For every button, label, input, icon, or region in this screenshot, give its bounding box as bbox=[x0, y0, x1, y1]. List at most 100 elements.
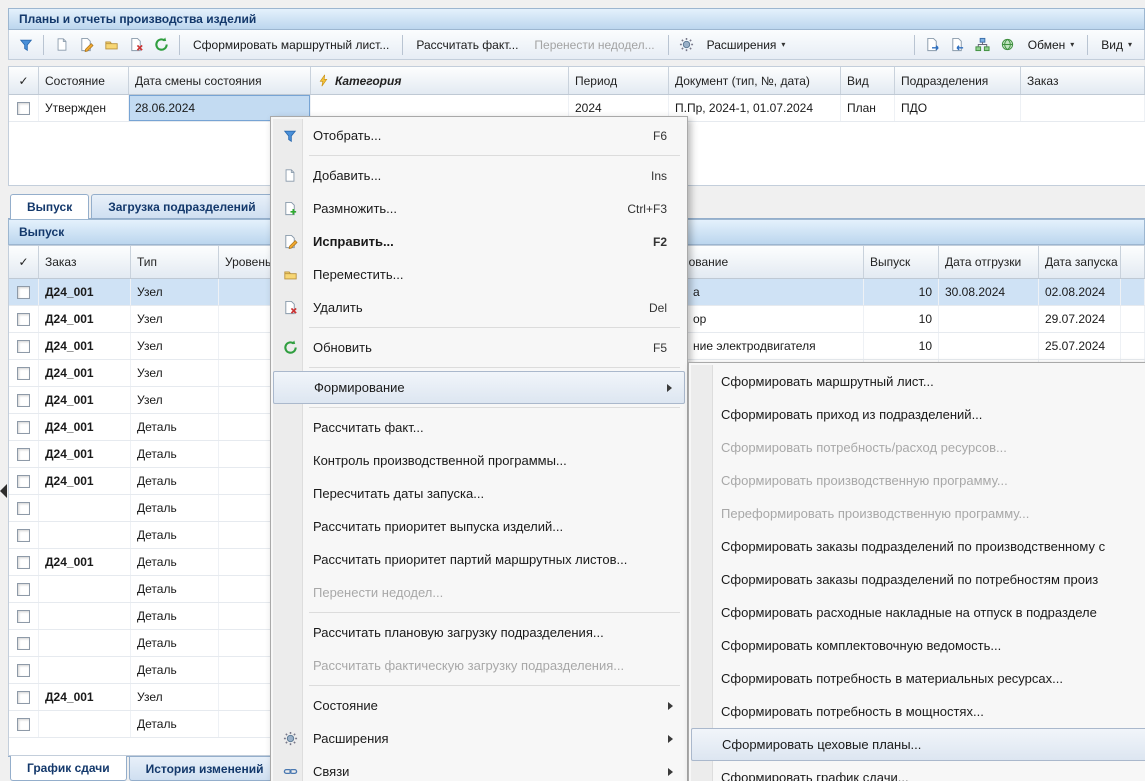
menu-item-formirovanie[interactable]: Формирование bbox=[273, 371, 685, 404]
submenu-item-potrebnost-materialnye-resursy[interactable]: Сформировать потребность в материальных … bbox=[691, 662, 1145, 695]
row-select-cell[interactable] bbox=[9, 657, 39, 683]
row-select-cell[interactable] bbox=[9, 630, 39, 656]
column-header-departments[interactable]: Подразделения bbox=[895, 67, 1021, 94]
column-header-kind[interactable]: Вид bbox=[841, 67, 895, 94]
exchange-button[interactable]: Обмен ▾ bbox=[1021, 34, 1082, 56]
menu-item-rasshireniya[interactable]: Расширения bbox=[273, 722, 685, 755]
row-checkbox[interactable] bbox=[17, 448, 30, 461]
row-select-cell[interactable] bbox=[9, 279, 39, 305]
menu-item-otobrat[interactable]: Отобрать... F6 bbox=[273, 119, 685, 152]
submenu-item-tsehovye-plany[interactable]: Сформировать цеховые планы... bbox=[691, 728, 1145, 761]
submenu-item-rashodnye-nakladnye[interactable]: Сформировать расходные накладные на отпу… bbox=[691, 596, 1145, 629]
extensions-button[interactable]: Расширения ▾ bbox=[700, 34, 793, 56]
menu-item-prioritet-partiy[interactable]: Рассчитать приоритет партий маршрутных л… bbox=[273, 543, 685, 576]
submenu-item-marshrutny-list[interactable]: Сформировать маршрутный лист... bbox=[691, 365, 1145, 398]
menu-item-peremestit[interactable]: Переместить... bbox=[273, 258, 685, 291]
import-document-icon[interactable] bbox=[946, 34, 969, 56]
row-checkbox[interactable] bbox=[17, 421, 30, 434]
add-document-icon[interactable] bbox=[50, 34, 73, 56]
row-checkbox[interactable] bbox=[17, 718, 30, 731]
tab-grafik-sdachi[interactable]: График сдачи bbox=[10, 756, 127, 781]
column-header-check[interactable]: ✓ bbox=[9, 67, 39, 94]
row-select-cell[interactable] bbox=[9, 576, 39, 602]
exchange-globe-icon[interactable] bbox=[996, 34, 1019, 56]
row-select-cell[interactable] bbox=[9, 495, 39, 521]
refresh-icon[interactable] bbox=[150, 34, 173, 56]
delete-document-icon[interactable] bbox=[125, 34, 148, 56]
edit-document-icon[interactable] bbox=[75, 34, 98, 56]
menu-item-udalit[interactable]: Удалить Del bbox=[273, 291, 685, 324]
column-header-check[interactable]: ✓ bbox=[9, 246, 39, 278]
row-checkbox[interactable] bbox=[17, 394, 30, 407]
row-checkbox[interactable] bbox=[17, 691, 30, 704]
row-checkbox[interactable] bbox=[17, 556, 30, 569]
column-header-launch-date[interactable]: Дата запуска bbox=[1039, 246, 1121, 278]
submenu-item-zakazy-po-proizvodstvennomu[interactable]: Сформировать заказы подразделений по про… bbox=[691, 530, 1145, 563]
submenu-item-grafik-sdachi[interactable]: Сформировать график сдачи... bbox=[691, 761, 1145, 781]
move-folder-icon[interactable] bbox=[100, 34, 123, 56]
row-select-cell[interactable] bbox=[9, 441, 39, 467]
column-header-category[interactable]: Категория bbox=[311, 67, 569, 94]
column-header-period[interactable]: Период bbox=[569, 67, 669, 94]
submenu-item-komplektovochnaya-vedomost[interactable]: Сформировать комплектовочную ведомость..… bbox=[691, 629, 1145, 662]
view-button[interactable]: Вид ▾ bbox=[1094, 34, 1139, 56]
column-header-output[interactable]: Выпуск bbox=[864, 246, 939, 278]
column-header-order[interactable]: Заказ bbox=[39, 246, 131, 278]
splitter-collapse-arrow[interactable] bbox=[0, 484, 7, 498]
menu-item-dobavit[interactable]: Добавить... Ins bbox=[273, 159, 685, 192]
calc-fact-button[interactable]: Рассчитать факт... bbox=[409, 34, 525, 56]
menu-item-obnovit[interactable]: Обновить F5 bbox=[273, 331, 685, 364]
menu-item-svyazi[interactable]: Связи bbox=[273, 755, 685, 781]
row-select-cell[interactable] bbox=[9, 603, 39, 629]
row-select-cell[interactable] bbox=[9, 360, 39, 386]
row-select-cell[interactable] bbox=[9, 333, 39, 359]
column-header-type[interactable]: Тип bbox=[131, 246, 219, 278]
tab-zagruzka-podrazdeleniy[interactable]: Загрузка подразделений bbox=[91, 194, 272, 218]
row-checkbox[interactable] bbox=[17, 502, 30, 515]
export-document-icon[interactable] bbox=[921, 34, 944, 56]
row-select-cell[interactable] bbox=[9, 684, 39, 710]
submenu-item-potrebnost-moshchnosti[interactable]: Сформировать потребность в мощностях... bbox=[691, 695, 1145, 728]
tab-istoriya-izmeneniy[interactable]: История изменений bbox=[129, 757, 279, 781]
menu-separator bbox=[309, 155, 680, 156]
menu-item-rasschitat-fakt[interactable]: Рассчитать факт... bbox=[273, 411, 685, 444]
row-checkbox[interactable] bbox=[17, 102, 30, 115]
row-select-cell[interactable] bbox=[9, 414, 39, 440]
column-header-order[interactable]: Заказ bbox=[1021, 67, 1145, 94]
row-checkbox[interactable] bbox=[17, 367, 30, 380]
menu-item-planovaya-zagruzka[interactable]: Рассчитать плановую загрузку подразделен… bbox=[273, 616, 685, 649]
row-select-cell[interactable] bbox=[9, 522, 39, 548]
make-route-sheet-button[interactable]: Сформировать маршрутный лист... bbox=[186, 34, 396, 56]
extensions-gear-icon[interactable] bbox=[675, 34, 698, 56]
row-checkbox[interactable] bbox=[17, 529, 30, 542]
menu-item-ispravit[interactable]: Исправить... F2 bbox=[273, 225, 685, 258]
row-select-cell[interactable] bbox=[9, 387, 39, 413]
row-checkbox[interactable] bbox=[17, 583, 30, 596]
tab-vypusk[interactable]: Выпуск bbox=[10, 194, 89, 219]
row-checkbox[interactable] bbox=[17, 286, 30, 299]
menu-item-pereschitat-daty[interactable]: Пересчитать даты запуска... bbox=[273, 477, 685, 510]
menu-item-kontrol-programmy[interactable]: Контроль производственной программы... bbox=[273, 444, 685, 477]
submenu-item-zakazy-po-potrebnostyam[interactable]: Сформировать заказы подразделений по пот… bbox=[691, 563, 1145, 596]
row-checkbox[interactable] bbox=[17, 637, 30, 650]
row-select-cell[interactable] bbox=[9, 306, 39, 332]
menu-item-razmnozhit[interactable]: Размножить... Ctrl+F3 bbox=[273, 192, 685, 225]
row-checkbox[interactable] bbox=[17, 610, 30, 623]
column-header-state[interactable]: Состояние bbox=[39, 67, 129, 94]
row-checkbox[interactable] bbox=[17, 475, 30, 488]
menu-item-sostoyanie[interactable]: Состояние bbox=[273, 689, 685, 722]
row-checkbox[interactable] bbox=[17, 664, 30, 677]
row-checkbox[interactable] bbox=[17, 340, 30, 353]
column-header-state-date[interactable]: Дата смены состояния bbox=[129, 67, 311, 94]
submenu-item-prihod-iz-podrazdeleniy[interactable]: Сформировать приход из подразделений... bbox=[691, 398, 1145, 431]
row-select-cell[interactable] bbox=[9, 468, 39, 494]
menu-item-prioritet-vypuska[interactable]: Рассчитать приоритет выпуска изделий... bbox=[273, 510, 685, 543]
structure-icon[interactable] bbox=[971, 34, 994, 56]
row-select-cell[interactable] bbox=[9, 711, 39, 737]
row-checkbox[interactable] bbox=[17, 313, 30, 326]
row-select-cell[interactable] bbox=[9, 549, 39, 575]
row-select-cell[interactable] bbox=[9, 95, 39, 121]
column-header-ship-date[interactable]: Дата отгрузки bbox=[939, 246, 1039, 278]
column-header-document[interactable]: Документ (тип, №, дата) bbox=[669, 67, 841, 94]
filter-icon[interactable] bbox=[14, 34, 37, 56]
